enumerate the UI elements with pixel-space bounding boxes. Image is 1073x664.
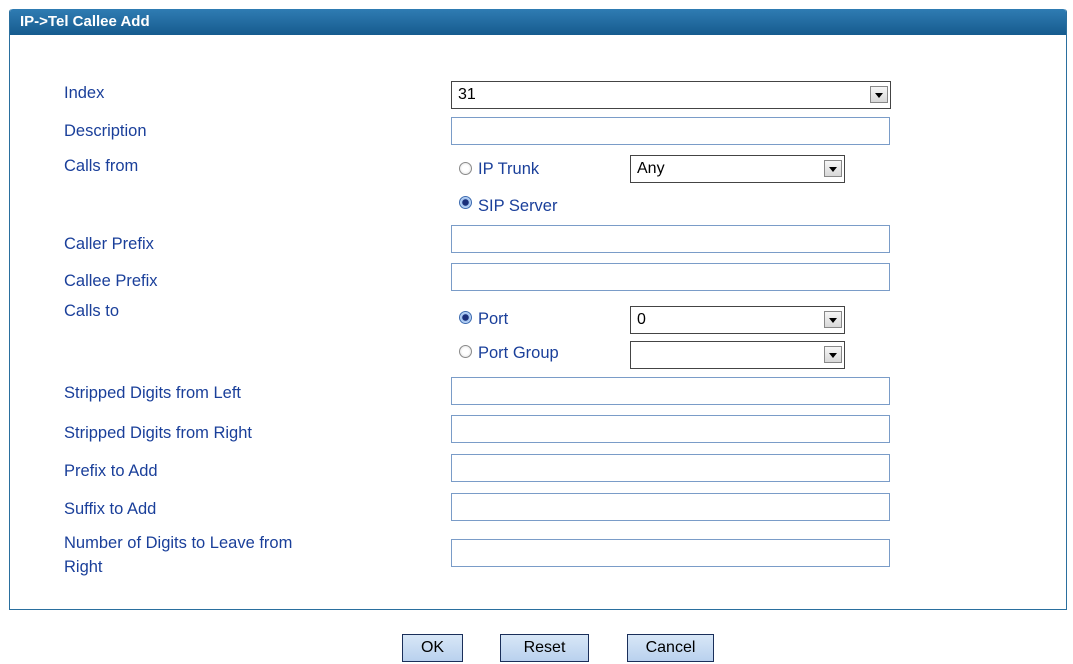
ok-button[interactable]: OK xyxy=(402,634,463,662)
panel-title: IP->Tel Callee Add xyxy=(10,9,1066,35)
description-input[interactable] xyxy=(451,117,890,145)
port-label: Port xyxy=(478,310,509,328)
reset-button[interactable]: Reset xyxy=(500,634,589,662)
caller-prefix-input[interactable] xyxy=(451,225,890,253)
callee-prefix-input[interactable] xyxy=(451,263,890,291)
ip-trunk-value: Any xyxy=(637,160,665,177)
port-group-radio[interactable] xyxy=(459,345,472,358)
cancel-button[interactable]: Cancel xyxy=(627,634,714,662)
port-radio[interactable] xyxy=(459,311,472,324)
leave-right-label-line2: Right xyxy=(64,558,103,576)
stripped-right-input[interactable] xyxy=(451,415,890,443)
caller-prefix-label: Caller Prefix xyxy=(64,235,154,253)
leave-right-label-line1: Number of Digits to Leave from xyxy=(64,534,293,552)
index-value: 31 xyxy=(458,86,476,103)
leave-right-input[interactable] xyxy=(451,539,890,567)
suffix-add-input[interactable] xyxy=(451,493,890,521)
prefix-add-label: Prefix to Add xyxy=(64,462,158,480)
stripped-right-label: Stripped Digits from Right xyxy=(64,424,252,442)
port-group-select[interactable] xyxy=(630,341,845,369)
prefix-add-input[interactable] xyxy=(451,454,890,482)
chevron-down-icon xyxy=(870,86,888,103)
chevron-down-icon xyxy=(824,160,842,177)
stripped-left-label: Stripped Digits from Left xyxy=(64,384,241,402)
port-group-label: Port Group xyxy=(478,344,559,362)
stripped-left-input[interactable] xyxy=(451,377,890,405)
port-value: 0 xyxy=(637,311,646,328)
index-label: Index xyxy=(64,84,105,102)
sip-server-radio[interactable] xyxy=(459,196,472,209)
ip-trunk-select[interactable]: Any xyxy=(630,155,845,183)
suffix-add-label: Suffix to Add xyxy=(64,500,157,518)
sip-server-label: SIP Server xyxy=(478,197,558,215)
callee-prefix-label: Callee Prefix xyxy=(64,272,158,290)
ip-trunk-label: IP Trunk xyxy=(478,160,540,178)
port-select[interactable]: 0 xyxy=(630,306,845,334)
chevron-down-icon xyxy=(824,311,842,328)
calls-from-label: Calls from xyxy=(64,157,139,175)
calls-to-label: Calls to xyxy=(64,302,120,320)
index-select[interactable]: 31 xyxy=(451,81,891,109)
ip-trunk-radio[interactable] xyxy=(459,162,472,175)
description-label: Description xyxy=(64,122,147,140)
chevron-down-icon xyxy=(824,346,842,363)
